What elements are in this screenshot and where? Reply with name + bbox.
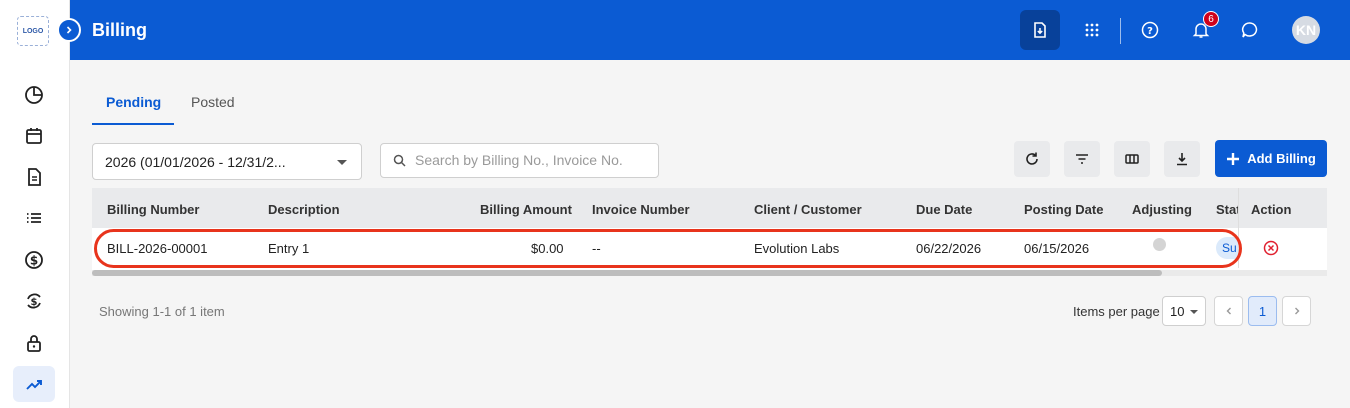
items-per-page-value: 10 bbox=[1170, 304, 1185, 319]
cell-due-date: 06/22/2026 bbox=[916, 241, 982, 256]
column-header-posting-date[interactable]: Posting Date bbox=[1024, 202, 1103, 217]
fiscal-year-value: 2026 (01/01/2026 - 12/31/2... bbox=[105, 154, 286, 170]
help-icon: ? bbox=[1141, 21, 1159, 39]
table-header: Billing Number Description Billing Amoun… bbox=[92, 188, 1327, 228]
fiscal-year-select[interactable]: 2026 (01/01/2026 - 12/31/2... bbox=[92, 143, 362, 180]
download-icon bbox=[1177, 153, 1187, 166]
notifications-button[interactable]: 6 bbox=[1181, 10, 1221, 50]
items-per-page-select[interactable]: 10 bbox=[1162, 296, 1206, 326]
cell-billing-number[interactable]: BILL-2026-00001 bbox=[107, 241, 207, 256]
header-divider bbox=[1120, 18, 1121, 44]
help-button[interactable]: ? bbox=[1130, 10, 1170, 50]
sidebar-item-documents[interactable] bbox=[13, 159, 55, 195]
column-header-adjusting[interactable]: Adjusting bbox=[1132, 202, 1192, 217]
add-billing-label: Add Billing bbox=[1247, 151, 1316, 166]
page-title: Billing bbox=[92, 20, 147, 40]
svg-text:$: $ bbox=[30, 254, 38, 268]
filter-button[interactable] bbox=[1064, 141, 1100, 177]
columns-button[interactable] bbox=[1114, 141, 1150, 177]
logo: LOGO bbox=[17, 16, 49, 46]
search-box bbox=[380, 143, 659, 178]
column-header-description[interactable]: Description bbox=[268, 202, 340, 217]
cell-invoice-number: -- bbox=[592, 241, 601, 256]
table-row[interactable]: BILL-2026-00001 Entry 1 $0.00 -- Evoluti… bbox=[92, 228, 1327, 268]
columns-icon bbox=[1125, 154, 1139, 164]
active-tab-indicator bbox=[92, 123, 174, 125]
billing-table: Billing Number Description Billing Amoun… bbox=[92, 188, 1327, 270]
column-header-invoice-number[interactable]: Invoice Number bbox=[592, 202, 690, 217]
calendar-icon bbox=[26, 128, 42, 144]
svg-text:$: $ bbox=[31, 297, 38, 308]
column-header-action: Action bbox=[1251, 202, 1292, 217]
download-button[interactable] bbox=[1164, 141, 1200, 177]
results-summary: Showing 1-1 of 1 item bbox=[99, 304, 225, 319]
previous-page-button[interactable] bbox=[1214, 296, 1243, 326]
sidebar: LOGO $ $ bbox=[0, 0, 81, 408]
tab-pending[interactable]: Pending bbox=[106, 94, 161, 110]
column-header-due-date[interactable]: Due Date bbox=[916, 202, 972, 217]
pie-chart-icon bbox=[25, 86, 43, 104]
sidebar-item-dashboard[interactable] bbox=[13, 77, 55, 113]
add-billing-button[interactable]: Add Billing bbox=[1215, 140, 1327, 177]
trending-up-icon bbox=[26, 380, 42, 390]
currency-exchange-icon: $ bbox=[27, 293, 41, 309]
filter-icon bbox=[1076, 154, 1088, 164]
column-header-billing-amount[interactable]: Billing Amount bbox=[480, 202, 572, 217]
sidebar-item-list[interactable] bbox=[13, 200, 55, 236]
refresh-button[interactable] bbox=[1014, 141, 1050, 177]
adjusting-toggle[interactable] bbox=[1153, 238, 1166, 251]
list-icon bbox=[27, 213, 41, 223]
notification-badge: 6 bbox=[1203, 11, 1219, 27]
export-document-button[interactable] bbox=[1020, 10, 1060, 50]
search-icon bbox=[393, 154, 406, 167]
sidebar-item-security[interactable] bbox=[13, 325, 55, 361]
cell-posting-date: 06/15/2026 bbox=[1024, 241, 1090, 256]
cell-billing-amount: $0.00 bbox=[531, 241, 564, 256]
chat-bubble-icon bbox=[1241, 22, 1258, 38]
sidebar-item-calendar[interactable] bbox=[13, 118, 55, 154]
next-page-button[interactable] bbox=[1282, 296, 1311, 326]
search-input[interactable] bbox=[415, 152, 651, 168]
user-avatar[interactable]: KN bbox=[1292, 16, 1320, 44]
top-header: Billing ? 6 KN bbox=[70, 0, 1350, 60]
document-icon bbox=[28, 168, 41, 186]
chevron-right-icon bbox=[66, 26, 72, 34]
refresh-icon bbox=[1026, 152, 1038, 165]
items-per-page-label: Items per page bbox=[1073, 304, 1160, 319]
chevron-left-icon bbox=[1226, 307, 1231, 315]
column-header-billing-number[interactable]: Billing Number bbox=[107, 202, 199, 217]
file-download-icon bbox=[1034, 22, 1046, 38]
caret-down-icon bbox=[337, 160, 347, 165]
status-badge: Su bbox=[1216, 237, 1238, 259]
sidebar-item-billing[interactable]: $ bbox=[13, 242, 55, 278]
page-button-current[interactable]: 1 bbox=[1248, 296, 1277, 326]
tab-posted[interactable]: Posted bbox=[191, 94, 235, 110]
column-header-status[interactable]: Stat bbox=[1216, 202, 1241, 217]
svg-text:?: ? bbox=[1147, 26, 1153, 37]
scrollbar-thumb[interactable] bbox=[92, 270, 1162, 276]
horizontal-scrollbar[interactable] bbox=[92, 270, 1327, 276]
column-header-client[interactable]: Client / Customer bbox=[754, 202, 862, 217]
cell-description: Entry 1 bbox=[268, 241, 310, 256]
chevron-right-icon bbox=[1294, 307, 1299, 315]
action-column: Action bbox=[1238, 188, 1327, 268]
delete-row-button[interactable] bbox=[1263, 240, 1279, 259]
chat-button[interactable] bbox=[1230, 10, 1270, 50]
apps-button[interactable] bbox=[1072, 10, 1112, 50]
sidebar-toggle-button[interactable] bbox=[57, 18, 81, 42]
plus-icon bbox=[1227, 152, 1240, 165]
cancel-circle-icon bbox=[1263, 240, 1279, 256]
apps-grid-icon bbox=[1085, 23, 1099, 37]
dollar-icon: $ bbox=[25, 251, 43, 269]
caret-down-icon bbox=[1190, 310, 1198, 314]
sidebar-item-exchange[interactable]: $ bbox=[13, 283, 55, 319]
lock-icon bbox=[27, 335, 41, 352]
sidebar-item-reports[interactable] bbox=[13, 366, 55, 402]
cell-client: Evolution Labs bbox=[754, 241, 840, 256]
